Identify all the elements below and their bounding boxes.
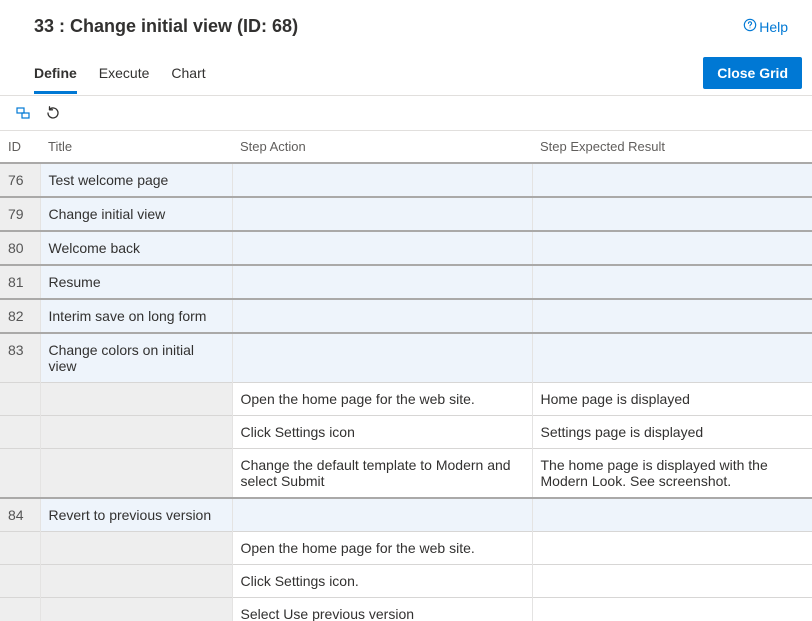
cell-title[interactable]: Change initial view <box>40 197 232 231</box>
test-row[interactable]: 80Welcome back <box>0 231 812 265</box>
cell-action[interactable]: Open the home page for the web site. <box>232 532 532 565</box>
cell-id[interactable] <box>0 449 40 499</box>
cell-title[interactable]: Interim save on long form <box>40 299 232 333</box>
cell-action[interactable]: Click Settings icon <box>232 416 532 449</box>
cell-result[interactable] <box>532 265 812 299</box>
col-header-action[interactable]: Step Action <box>232 131 532 163</box>
cell-title[interactable] <box>40 565 232 598</box>
cell-action[interactable] <box>232 231 532 265</box>
collapse-icon[interactable] <box>14 104 32 122</box>
help-icon <box>743 18 757 35</box>
cell-result[interactable] <box>532 565 812 598</box>
step-row[interactable]: Click Settings icon. <box>0 565 812 598</box>
cell-id[interactable]: 82 <box>0 299 40 333</box>
cell-title[interactable] <box>40 416 232 449</box>
cell-action[interactable] <box>232 265 532 299</box>
cell-result[interactable]: Home page is displayed <box>532 383 812 416</box>
grid-header-row: ID Title Step Action Step Expected Resul… <box>0 131 812 163</box>
cell-id[interactable]: 83 <box>0 333 40 383</box>
cell-result[interactable] <box>532 498 812 532</box>
cell-id[interactable]: 79 <box>0 197 40 231</box>
tabs: Define Execute Chart <box>34 59 206 93</box>
test-grid: ID Title Step Action Step Expected Resul… <box>0 131 812 621</box>
step-row[interactable]: Open the home page for the web site. <box>0 532 812 565</box>
cell-action[interactable]: Change the default template to Modern an… <box>232 449 532 499</box>
cell-title[interactable]: Change colors on initial view <box>40 333 232 383</box>
test-row[interactable]: 84Revert to previous version <box>0 498 812 532</box>
test-row[interactable]: 83Change colors on initial view <box>0 333 812 383</box>
cell-action[interactable] <box>232 197 532 231</box>
test-row[interactable]: 82Interim save on long form <box>0 299 812 333</box>
cell-title[interactable]: Resume <box>40 265 232 299</box>
cell-id[interactable] <box>0 383 40 416</box>
refresh-icon[interactable] <box>44 104 62 122</box>
help-link[interactable]: Help <box>743 18 788 35</box>
close-grid-button[interactable]: Close Grid <box>703 57 802 89</box>
cell-action[interactable]: Open the home page for the web site. <box>232 383 532 416</box>
cell-action[interactable]: Select Use previous version <box>232 598 532 621</box>
cell-result[interactable]: The home page is displayed with the Mode… <box>532 449 812 499</box>
cell-result[interactable] <box>532 163 812 197</box>
test-row[interactable]: 79Change initial view <box>0 197 812 231</box>
cell-result[interactable] <box>532 197 812 231</box>
cell-title[interactable] <box>40 383 232 416</box>
tab-execute[interactable]: Execute <box>99 59 150 94</box>
cell-id[interactable]: 81 <box>0 265 40 299</box>
cell-result[interactable]: Settings page is displayed <box>532 416 812 449</box>
cell-action[interactable] <box>232 333 532 383</box>
page-title: 33 : Change initial view (ID: 68) <box>34 16 298 37</box>
cell-id[interactable]: 76 <box>0 163 40 197</box>
cell-result[interactable] <box>532 532 812 565</box>
cell-title[interactable]: Welcome back <box>40 231 232 265</box>
cell-title[interactable] <box>40 449 232 499</box>
cell-action[interactable] <box>232 163 532 197</box>
help-label: Help <box>759 19 788 35</box>
cell-id[interactable] <box>0 598 40 621</box>
cell-title[interactable] <box>40 532 232 565</box>
cell-result[interactable] <box>532 299 812 333</box>
cell-id[interactable] <box>0 532 40 565</box>
tab-chart[interactable]: Chart <box>171 59 205 94</box>
cell-title[interactable] <box>40 598 232 621</box>
step-row[interactable]: Open the home page for the web site.Home… <box>0 383 812 416</box>
cell-title[interactable]: Revert to previous version <box>40 498 232 532</box>
cell-action[interactable]: Click Settings icon. <box>232 565 532 598</box>
cell-result[interactable] <box>532 598 812 621</box>
test-row[interactable]: 81Resume <box>0 265 812 299</box>
col-header-result[interactable]: Step Expected Result <box>532 131 812 163</box>
col-header-id[interactable]: ID <box>0 131 40 163</box>
cell-id[interactable]: 84 <box>0 498 40 532</box>
grid-toolbar <box>0 96 812 131</box>
cell-id[interactable]: 80 <box>0 231 40 265</box>
col-header-title[interactable]: Title <box>40 131 232 163</box>
step-row[interactable]: Change the default template to Modern an… <box>0 449 812 499</box>
cell-result[interactable] <box>532 231 812 265</box>
cell-result[interactable] <box>532 333 812 383</box>
cell-id[interactable] <box>0 565 40 598</box>
cell-title[interactable]: Test welcome page <box>40 163 232 197</box>
cell-id[interactable] <box>0 416 40 449</box>
cell-action[interactable] <box>232 498 532 532</box>
step-row[interactable]: Click Settings iconSettings page is disp… <box>0 416 812 449</box>
tab-define[interactable]: Define <box>34 59 77 94</box>
cell-action[interactable] <box>232 299 532 333</box>
test-row[interactable]: 76Test welcome page <box>0 163 812 197</box>
step-row[interactable]: Select Use previous version <box>0 598 812 621</box>
